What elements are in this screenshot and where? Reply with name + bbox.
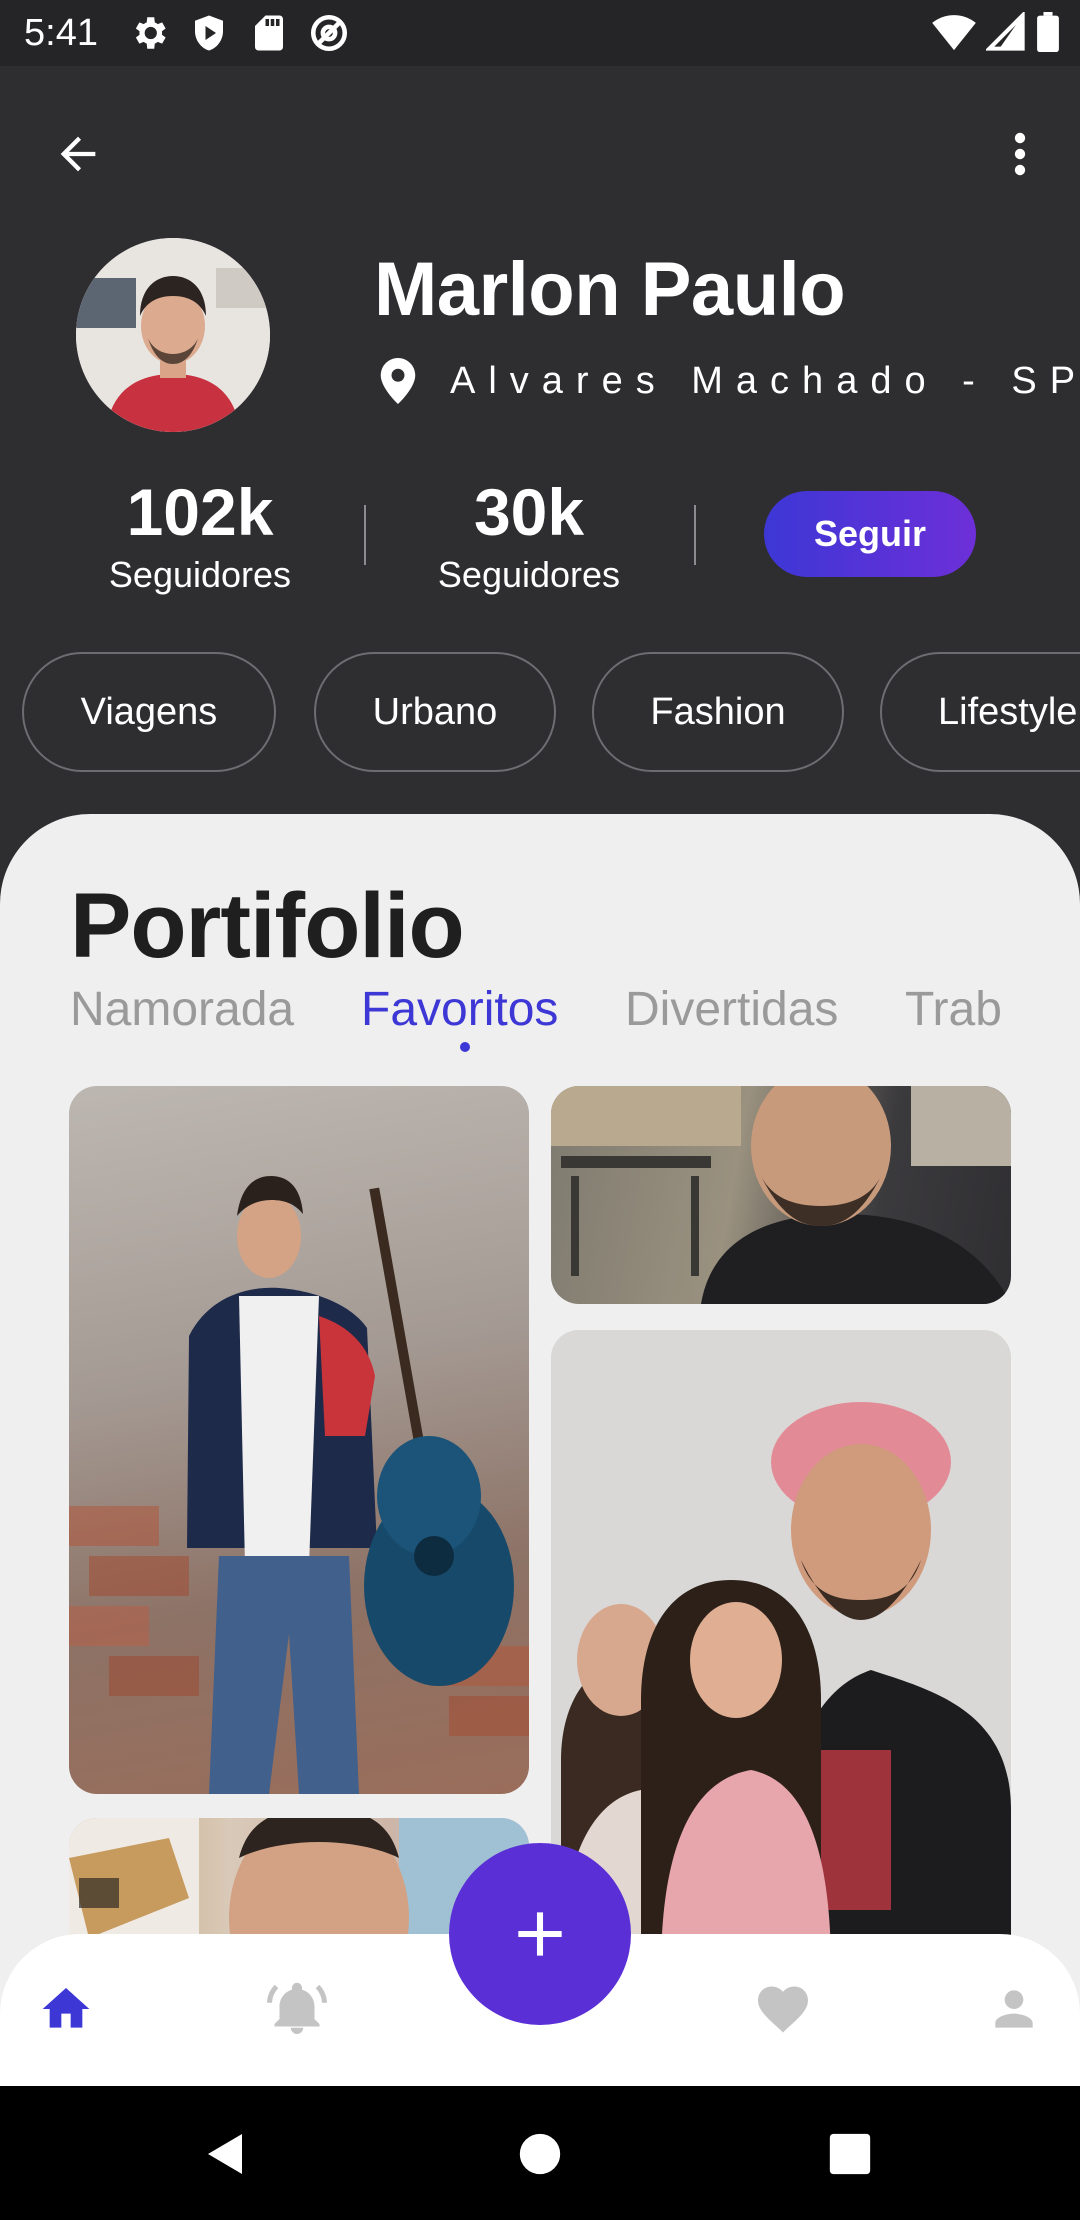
stat-label: Seguidores	[437, 554, 621, 595]
system-back-button[interactable]	[194, 2122, 258, 2186]
nav-home[interactable]	[31, 1974, 101, 2044]
at-sign-icon	[308, 12, 350, 54]
circle-home-icon	[519, 2133, 561, 2175]
location-pin-icon	[380, 358, 416, 404]
stat-followers: 102k Seguidores	[80, 470, 320, 596]
status-time: 5:41	[24, 12, 98, 54]
person-icon	[995, 1990, 1033, 2028]
wifi-icon	[932, 12, 976, 57]
stat-following: 30k Seguidores	[409, 470, 649, 596]
battery-icon	[1036, 12, 1060, 57]
more-vertical-icon	[1014, 132, 1026, 176]
stat-divider	[364, 505, 366, 565]
tab-trab[interactable]: Trab	[905, 982, 1002, 1037]
photo-family[interactable]	[551, 1330, 1011, 1970]
signal-icon	[984, 10, 1026, 57]
stat-value: 102k	[126, 475, 274, 549]
profile-name: Marlon Paulo	[374, 247, 846, 332]
tab-divertidas[interactable]: Divertidas	[625, 982, 838, 1037]
active-tab-indicator	[460, 1042, 470, 1052]
chip-lifestyle[interactable]: Lifestyle	[880, 652, 1080, 772]
stat-value: 30k	[473, 475, 585, 549]
status-bar: 5:41	[0, 0, 1080, 66]
sd-card-icon	[248, 12, 290, 54]
home-icon	[42, 1988, 90, 2028]
category-chips: Viagens Urbano Fashion Lifestyle	[22, 652, 1080, 772]
avatar[interactable]	[76, 238, 270, 432]
stat-label: Seguidores	[108, 554, 292, 595]
tab-namorada[interactable]: Namorada	[70, 982, 294, 1037]
profile-location: Alvares Machado - SP	[380, 358, 1080, 404]
square-recents-icon	[829, 2133, 871, 2175]
shield-icon	[188, 12, 230, 54]
triangle-back-icon	[208, 2134, 242, 2174]
add-post-button[interactable]	[449, 1843, 631, 2025]
system-home-button[interactable]	[508, 2122, 572, 2186]
nav-profile[interactable]	[979, 1974, 1049, 2044]
chip-viagens[interactable]: Viagens	[22, 652, 276, 772]
back-button[interactable]	[40, 116, 116, 192]
app-bar	[0, 66, 1080, 226]
gear-icon	[128, 12, 170, 54]
heart-icon	[758, 1986, 808, 2033]
portfolio-title: Portifolio	[70, 875, 465, 977]
plus-icon	[518, 1912, 562, 1956]
nav-notifications[interactable]	[262, 1974, 332, 2044]
location-text: Alvares Machado - SP	[450, 359, 1080, 402]
bell-icon	[267, 1982, 327, 2034]
nav-favorites[interactable]	[748, 1974, 818, 2044]
system-recents-button[interactable]	[818, 2122, 882, 2186]
system-navigation-bar	[0, 2086, 1080, 2220]
arrow-left-icon	[60, 136, 96, 172]
portfolio-tabs: Namorada Favoritos Divertidas Trab	[70, 982, 1080, 1052]
follow-button[interactable]: Seguir	[764, 491, 976, 577]
photo-selfie-cafe[interactable]	[551, 1086, 1011, 1304]
chip-urbano[interactable]: Urbano	[314, 652, 556, 772]
tab-favoritos[interactable]: Favoritos	[361, 982, 558, 1037]
more-options-button[interactable]	[990, 116, 1050, 192]
photo-guitar[interactable]	[69, 1086, 529, 1794]
chip-fashion[interactable]: Fashion	[592, 652, 844, 772]
stat-divider	[694, 505, 696, 565]
